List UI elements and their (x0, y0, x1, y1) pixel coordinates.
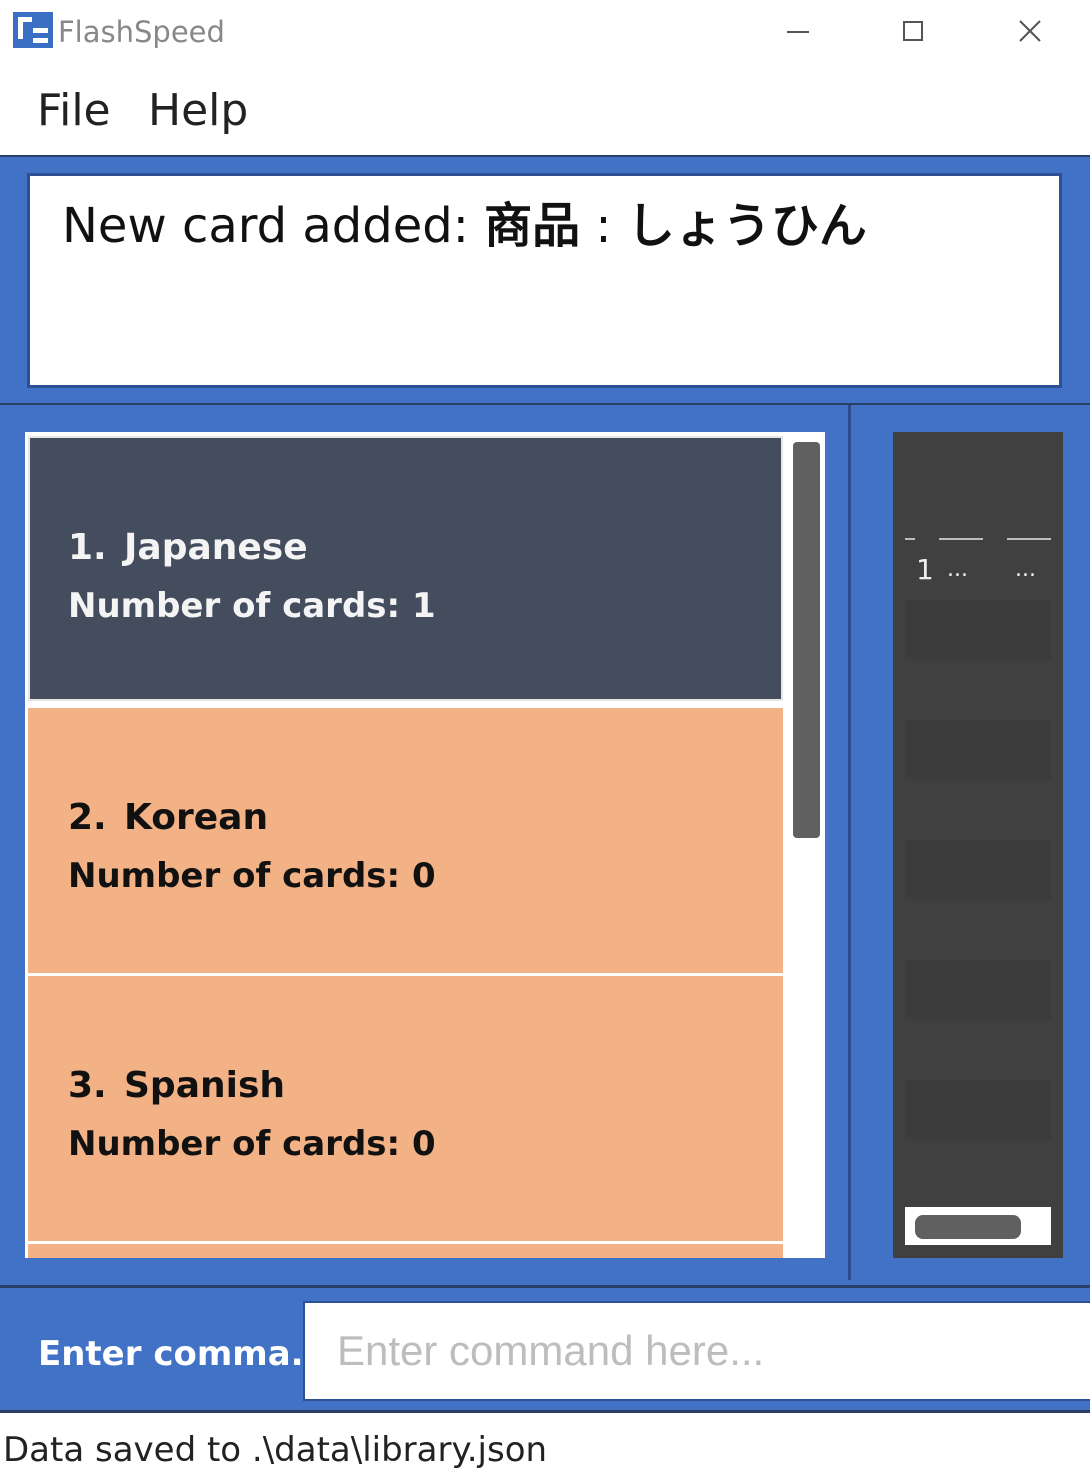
menu-bar: File Help (0, 64, 1090, 156)
hscrollbar-thumb[interactable] (915, 1215, 1021, 1239)
card-row-question: ... (947, 557, 968, 582)
deck-list-scrollbar[interactable] (793, 442, 820, 838)
deck-name: Spanish (124, 1065, 286, 1106)
panel-divider[interactable] (848, 405, 851, 1280)
minimize-button[interactable] (768, 10, 828, 54)
deck-card-count: Number of cards: 1 (68, 586, 436, 626)
menu-help[interactable]: Help (148, 86, 248, 136)
window-title: FlashSpeed (58, 15, 225, 49)
card-row-answer: ... (1015, 557, 1036, 582)
command-bar: Enter comma... (0, 1285, 1090, 1413)
status-bar: Data saved to .\data\library.json (0, 1413, 1090, 1477)
result-panel: New card added: 商品 : しょうひん (0, 155, 1090, 405)
deck-name: Korean (124, 797, 269, 838)
deck-index: 3. (68, 1065, 107, 1106)
command-input[interactable] (303, 1301, 1090, 1401)
deck-card-count: Number of cards: 0 (68, 1124, 436, 1164)
app-logo-icon (13, 12, 53, 48)
close-icon (1019, 20, 1041, 42)
deck-name: Japanese (124, 527, 308, 568)
card-row-index: 1 (916, 553, 934, 586)
menu-file[interactable]: File (37, 86, 111, 136)
maximize-button[interactable] (883, 10, 943, 54)
card-table[interactable]: 1 ... ... (893, 432, 1063, 1258)
command-label: Enter comma... (38, 1334, 330, 1374)
deck-title: 1. Japanese (68, 526, 308, 570)
title-bar: FlashSpeed (0, 0, 1090, 64)
card-table-hscrollbar[interactable] (905, 1207, 1051, 1245)
deck-item-korean[interactable]: 2. Korean Number of cards: 0 (28, 708, 783, 973)
deck-item-partial[interactable] (28, 1244, 783, 1258)
main-area: 1. Japanese Number of cards: 1 2. Korean N… (0, 405, 1090, 1285)
result-answer: しょうひん (626, 198, 867, 254)
deck-title: 3. Spanish (68, 1064, 285, 1108)
deck-item-japanese[interactable]: 1. Japanese Number of cards: 1 (28, 436, 783, 701)
table-row-stripe (905, 720, 1051, 780)
result-prefix: New card added: (62, 198, 485, 254)
maximize-icon (903, 21, 923, 41)
deck-index: 1. (68, 527, 107, 568)
result-question: 商品 (484, 198, 581, 254)
table-row-stripe (905, 840, 1051, 900)
deck-list[interactable]: 1. Japanese Number of cards: 1 2. Korean N… (25, 432, 825, 1258)
table-row-stripe (905, 600, 1051, 660)
status-message: Data saved to .\data\library.json (3, 1430, 548, 1470)
deck-item-spanish[interactable]: 3. Spanish Number of cards: 0 (28, 976, 783, 1241)
close-button[interactable] (1000, 10, 1060, 54)
column-header-answer[interactable] (1007, 538, 1051, 540)
column-header-question[interactable] (939, 538, 983, 540)
deck-card-count: Number of cards: 0 (68, 856, 436, 896)
table-row-stripe (905, 960, 1051, 1020)
result-separator: : (580, 198, 627, 254)
result-message: New card added: 商品 : しょうひん (62, 196, 867, 256)
deck-title: 2. Korean (68, 796, 268, 840)
column-header-index[interactable] (905, 538, 915, 540)
result-display: New card added: 商品 : しょうひん (27, 173, 1062, 388)
deck-index: 2. (68, 797, 107, 838)
table-row-stripe (905, 1080, 1051, 1140)
minimize-icon (787, 31, 809, 33)
